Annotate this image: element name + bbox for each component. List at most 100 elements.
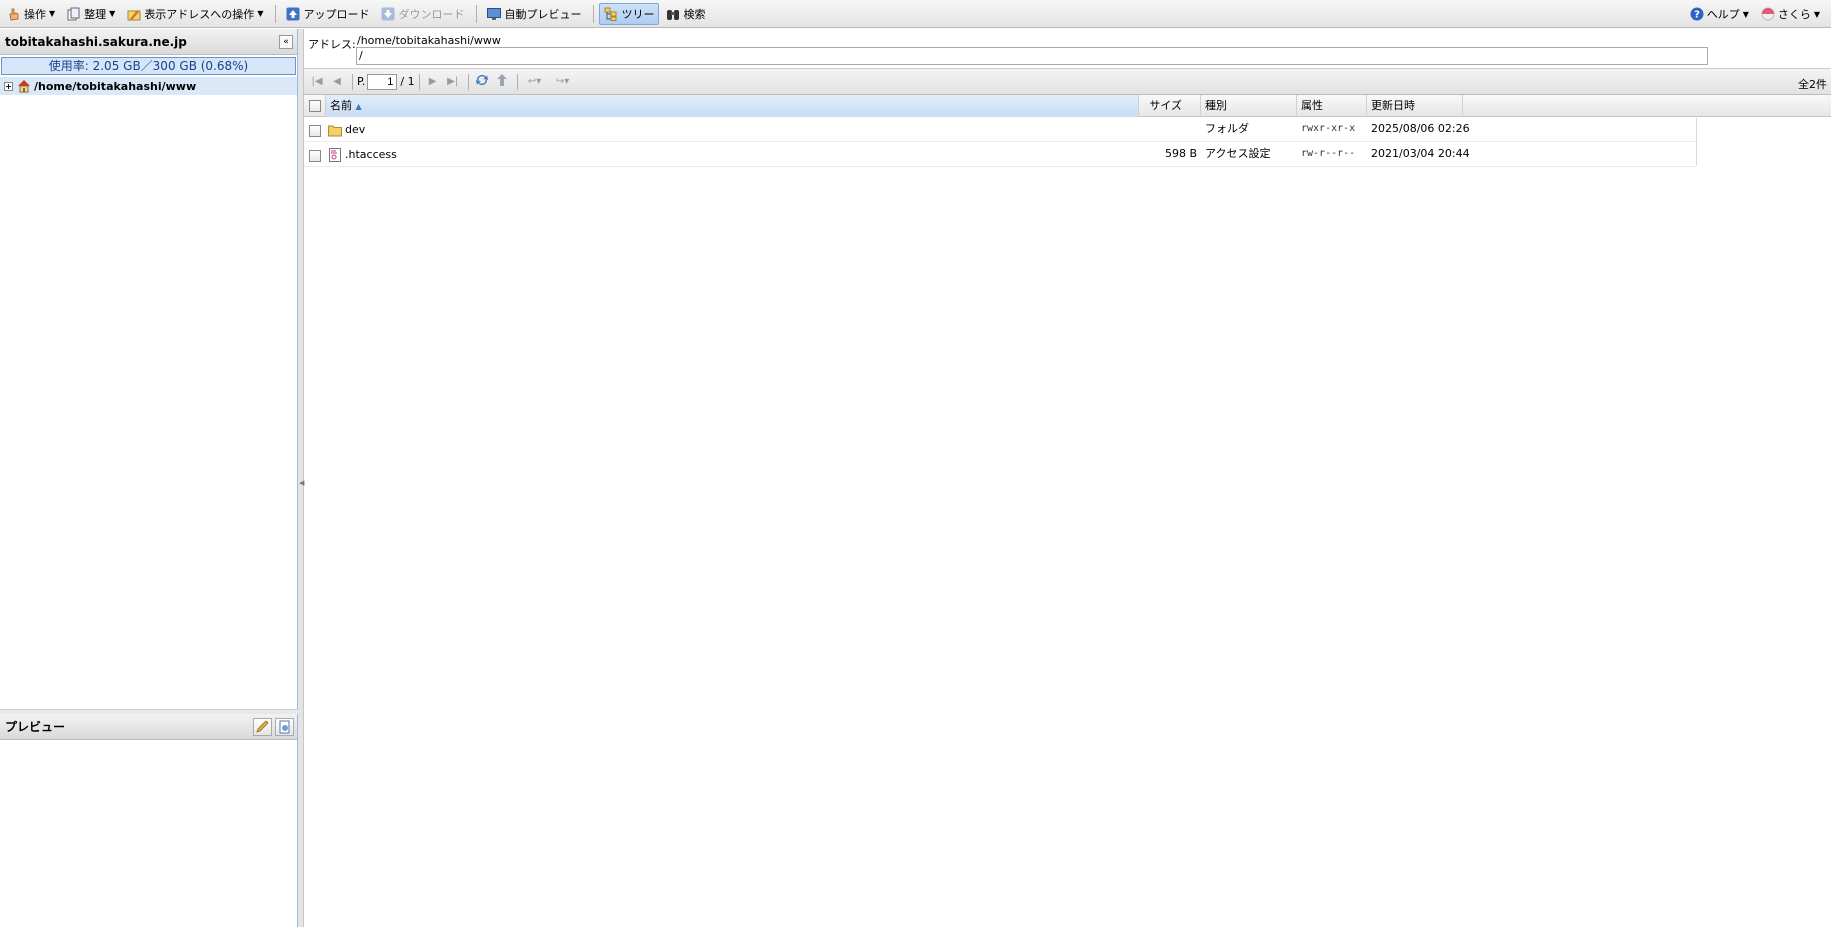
address-input[interactable]: /: [356, 47, 1708, 65]
column-attr-label: 属性: [1301, 99, 1323, 112]
row-checkbox[interactable]: [309, 150, 321, 162]
prev-page-button[interactable]: ◀: [328, 73, 346, 91]
folder-icon: [328, 123, 342, 137]
download-icon: [381, 7, 395, 21]
row-modified: 2021/03/04 20:44: [1371, 147, 1470, 160]
toolbar-separator: [593, 4, 595, 23]
pager-separator: [516, 73, 518, 90]
help-label: ヘルプ: [1706, 8, 1740, 21]
organize-menu-button[interactable]: 整理 ▼: [62, 3, 120, 25]
download-button[interactable]: ダウンロード: [376, 3, 469, 25]
document-icon: [276, 720, 293, 738]
disk-usage-text: 使用率: 2.05 GB／300 GB (0.68%): [48, 59, 249, 73]
upload-label: アップロード: [303, 7, 370, 21]
column-header-type[interactable]: 種別: [1201, 95, 1297, 117]
address-ops-label: 表示アドレスへの操作: [144, 7, 255, 21]
column-header-name[interactable]: 名前 ▲: [326, 95, 1139, 117]
grid-right-border: [1696, 118, 1697, 166]
row-checkbox-cell: [309, 118, 321, 142]
pager-separator: [352, 73, 353, 90]
column-header-size[interactable]: サイズ: [1139, 95, 1201, 117]
svg-text:?: ?: [1694, 10, 1700, 21]
upload-icon: [286, 7, 300, 21]
column-size-label: サイズ: [1149, 99, 1182, 112]
row-size: 598 B: [1164, 147, 1197, 160]
pager-separator: [467, 73, 469, 90]
expand-icon[interactable]: +: [4, 81, 13, 91]
tree-icon: [604, 7, 618, 21]
column-header-modified[interactable]: 更新日時: [1367, 95, 1463, 117]
tree-toggle-button[interactable]: ツリー: [599, 2, 660, 25]
forward-button[interactable]: ↪▾: [550, 73, 576, 91]
back-button[interactable]: ↩▾: [522, 73, 548, 91]
row-name: .htaccess: [345, 148, 397, 161]
disk-usage-bar: 使用率: 2.05 GB／300 GB (0.68%): [1, 57, 296, 75]
next-page-icon: ▶: [428, 76, 437, 87]
toolbar-separator: [476, 4, 478, 23]
preview-panel-header: プレビュー: [0, 714, 297, 740]
main-toolbar: 操作 ▼ 整理 ▼ 表示アドレスへの操作 ▼ アップロード ダウンロード 自動プレビュ…: [0, 0, 1831, 28]
user-menu-button[interactable]: さくら ▼: [1756, 3, 1825, 25]
chevron-down-icon: ▼: [1742, 9, 1749, 19]
chevron-down-icon: ▼: [257, 9, 264, 18]
operation-menu-button[interactable]: 操作 ▼: [2, 3, 60, 25]
binoculars-icon: [666, 7, 680, 21]
parent-folder-button[interactable]: [493, 73, 511, 91]
file-icon: [328, 148, 342, 162]
page-number-input[interactable]: [367, 73, 398, 90]
refresh-button[interactable]: [473, 73, 491, 91]
chevron-down-icon: ▼: [109, 9, 116, 18]
column-name-label: 名前: [330, 99, 352, 112]
pagination-toolbar: |◀ ◀ P. / 1 ▶ ▶| ↩▾ ↪▾ 全2件: [304, 69, 1831, 95]
operation-label: 操作: [24, 7, 46, 21]
tree-panel: tobitakahashi.sakura.ne.jp « 使用率: 2.05 G…: [0, 29, 298, 709]
toolbar-separator: [275, 4, 277, 23]
column-modified-label: 更新日時: [1371, 99, 1415, 112]
search-label: 検索: [683, 7, 706, 21]
row-type: アクセス設定: [1205, 147, 1271, 160]
folder-edit-icon: [127, 7, 141, 21]
preview-panel: プレビュー: [0, 714, 298, 927]
address-bar: アドレス: /home/tobitakahashi/www /: [304, 29, 1831, 69]
next-page-button[interactable]: ▶: [424, 73, 442, 91]
open-preview-button[interactable]: [275, 718, 294, 736]
forward-arrow-icon: ↪▾: [555, 76, 570, 87]
collapse-panel-button[interactable]: «: [279, 35, 293, 49]
pencil-icon: [254, 720, 271, 738]
address-ops-menu-button[interactable]: 表示アドレスへの操作 ▼: [122, 3, 268, 25]
row-checkbox[interactable]: [309, 125, 321, 137]
column-type-label: 種別: [1205, 99, 1227, 112]
home-icon: [17, 79, 31, 93]
preview-title: プレビュー: [5, 720, 66, 734]
tree-node-root[interactable]: + /home/tobitakahashi/www: [0, 77, 297, 95]
address-base-path: /home/tobitakahashi/www: [357, 34, 501, 47]
auto-preview-button[interactable]: 自動プレビュー: [482, 3, 586, 25]
pager-separator: [418, 73, 420, 90]
table-row[interactable]: dev フォルダ rwxr-xr-x 2025/08/06 02:26: [304, 118, 1696, 142]
pages-icon: [67, 7, 81, 21]
first-page-button[interactable]: |◀: [308, 73, 326, 91]
edit-preview-button[interactable]: [253, 718, 272, 736]
search-button[interactable]: 検索: [661, 3, 710, 25]
user-avatar-icon: [1761, 7, 1775, 21]
row-checkbox-cell: [309, 143, 321, 167]
first-page-icon: |◀: [311, 76, 323, 87]
last-page-button[interactable]: ▶|: [444, 73, 462, 91]
table-row[interactable]: .htaccess 598 B アクセス設定 rw-r--r-- 2021/03…: [304, 143, 1696, 167]
tree-node-label: /home/tobitakahashi/www: [34, 79, 197, 93]
hand-icon: [7, 7, 21, 21]
prev-page-icon: ◀: [333, 76, 341, 87]
row-attr: rwxr-xr-x: [1301, 123, 1356, 134]
up-arrow-icon: [495, 73, 509, 90]
total-count: 全2件: [1798, 78, 1827, 91]
row-name: dev: [345, 123, 366, 136]
chevron-down-icon: ▼: [1813, 9, 1820, 19]
row-name-cell: dev: [328, 118, 365, 142]
select-all-checkbox[interactable]: [309, 100, 321, 112]
select-all-cell: [304, 95, 326, 117]
address-label: アドレス:: [308, 38, 356, 51]
upload-button[interactable]: アップロード: [281, 3, 374, 25]
help-menu-button[interactable]: ? ヘルプ ▼: [1685, 3, 1754, 25]
file-grid-header: 名前 ▲ サイズ 種別 属性 更新日時: [304, 95, 1831, 117]
column-header-attr[interactable]: 属性: [1297, 95, 1367, 117]
